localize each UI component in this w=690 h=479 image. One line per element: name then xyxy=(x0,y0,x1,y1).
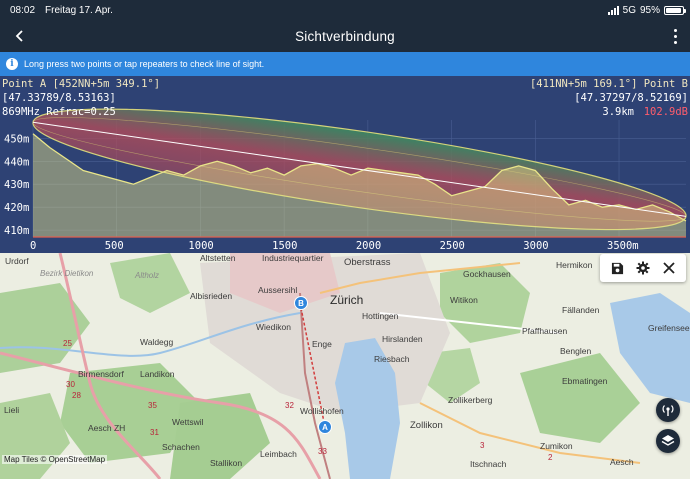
x-tick-label: 3500m xyxy=(607,240,639,252)
map-label: Altholz xyxy=(135,271,160,280)
map-label: Bezirk Dietikon xyxy=(40,269,94,278)
map-label: Gockhausen xyxy=(463,269,511,279)
page-title: Sichtverbindung xyxy=(295,28,395,44)
chevron-left-icon xyxy=(15,30,23,42)
chart-toolbar xyxy=(600,254,686,282)
x-tick-label: 2000 xyxy=(356,240,381,252)
back-button[interactable] xyxy=(8,24,32,48)
map-label: Stallikon xyxy=(210,458,243,468)
close-icon xyxy=(663,262,675,274)
line-of-sight-chart: 450m 440m 430m 420m 410m 0 500 1000 1500 2000 2500… xyxy=(0,76,690,253)
map-label: Zürich xyxy=(330,293,364,307)
road-number: 2 xyxy=(548,453,553,462)
map-label: Pfaffhausen xyxy=(522,326,568,336)
x-tick-label: 500 xyxy=(105,240,124,252)
y-tick-label: 440m xyxy=(4,156,29,168)
path-distance: 3.9km xyxy=(602,106,634,118)
line-of-sight-button[interactable] xyxy=(656,398,680,422)
map-label: Wiedikon xyxy=(256,322,291,332)
info-icon: i xyxy=(6,58,18,70)
map-label: Ebmatingen xyxy=(562,376,608,386)
map-label: Wollishofen xyxy=(300,406,344,416)
map-label: Wettswil xyxy=(172,417,204,427)
road-number: 31 xyxy=(150,428,159,437)
map-label: Enge xyxy=(312,339,332,349)
y-tick-label: 410m xyxy=(4,225,29,237)
save-button[interactable] xyxy=(606,257,628,279)
map-label: Waldegg xyxy=(140,337,174,347)
map-label: Schachen xyxy=(162,442,200,452)
map-background xyxy=(0,253,690,479)
map-label: Benglen xyxy=(560,346,592,356)
point-b-coords: [47.37297/8.52169] xyxy=(574,92,688,104)
map-label: Hirslanden xyxy=(382,334,423,344)
y-tick-label: 430m xyxy=(4,179,29,191)
point-a-label: Point A [452NN+5m 349.1°] xyxy=(2,78,161,90)
y-tick-label: 420m xyxy=(4,202,29,214)
info-text: Long press two points or tap repeaters t… xyxy=(24,59,265,69)
layers-button[interactable] xyxy=(656,429,680,453)
more-menu-button[interactable] xyxy=(666,24,684,48)
map-label: Aesch ZH xyxy=(88,423,126,433)
status-date: Freitag 17. Apr. xyxy=(45,4,113,16)
y-tick-label: 450m xyxy=(4,133,29,145)
x-tick-label: 1000 xyxy=(188,240,213,252)
road-number: 33 xyxy=(318,447,327,456)
settings-button[interactable] xyxy=(632,257,654,279)
map-label: Lieli xyxy=(4,405,20,415)
map-label: Riesbach xyxy=(374,354,410,364)
point-b-label: [411NN+5m 169.1°] Point B xyxy=(529,78,688,90)
point-b-marker[interactable]: B xyxy=(294,296,308,310)
point-a-coords: [47.33789/8.53163] xyxy=(2,92,116,104)
path-loss: 102.9dB xyxy=(643,106,688,118)
map-label: Aussersihl xyxy=(258,285,298,295)
close-button[interactable] xyxy=(658,257,680,279)
map-label: Oberstrass xyxy=(344,257,391,268)
signal-icon xyxy=(607,5,619,15)
status-indicators: 5G 95% xyxy=(607,4,686,16)
map-label: Albisrieden xyxy=(190,291,233,301)
map-label: Landikon xyxy=(140,369,175,379)
road-number: 32 xyxy=(285,401,294,410)
road-number: 25 xyxy=(63,339,72,348)
map-label: Fällanden xyxy=(562,305,600,315)
x-tick-label: 1500 xyxy=(272,240,297,252)
map-label: Greifensee xyxy=(648,323,690,333)
map-label: Urdorf xyxy=(5,256,29,266)
gear-icon xyxy=(636,261,650,275)
road-number: 28 xyxy=(72,391,81,400)
map-label: Hottingen xyxy=(362,311,399,321)
map-label: Zollikerberg xyxy=(448,395,493,405)
road-number: 30 xyxy=(66,380,75,389)
map-label: Zumikon xyxy=(540,441,573,451)
save-icon xyxy=(611,262,623,274)
radio-params: 869MHz Refrac=0.25 xyxy=(2,106,116,118)
map-label: Leimbach xyxy=(260,449,297,459)
status-bar: 08:02 Freitag 17. Apr. 5G 95% xyxy=(0,0,690,20)
battery-icon xyxy=(664,5,686,15)
battery-percent: 95% xyxy=(639,4,660,16)
map-view[interactable]: Urdorf Altstetten Industriequartier Ober… xyxy=(0,253,690,479)
map-label: Itschnach xyxy=(470,459,507,469)
app-bar: Sichtverbindung xyxy=(0,20,690,52)
map-label: Zollikon xyxy=(410,420,443,431)
network-type: 5G xyxy=(622,4,636,16)
road-number: 3 xyxy=(480,441,485,450)
map-label: Aesch xyxy=(610,457,634,467)
x-tick-label: 0 xyxy=(30,240,36,252)
map-label: Altstetten xyxy=(200,253,236,263)
x-tick-label: 2500 xyxy=(440,240,465,252)
status-time: 08:02 xyxy=(10,4,36,16)
layers-icon xyxy=(661,435,675,446)
map-label: Hermikon xyxy=(556,260,593,270)
info-banner: i Long press two points or tap repeaters… xyxy=(0,52,690,76)
point-a-marker[interactable]: A xyxy=(318,420,332,434)
map-label: Birmensdorf xyxy=(78,369,124,379)
road-number: 35 xyxy=(148,401,157,410)
x-tick-label: 3000 xyxy=(523,240,548,252)
map-label: Witikon xyxy=(450,295,478,305)
map-label: Industriequartier xyxy=(262,253,324,263)
antenna-icon xyxy=(662,405,674,416)
map-attribution: Map Tiles © OpenStreetMap xyxy=(2,455,108,464)
